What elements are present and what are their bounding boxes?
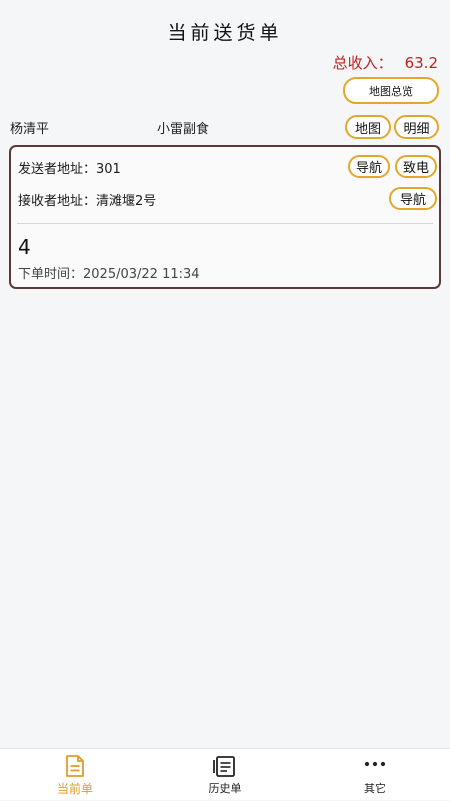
order-number: 4 <box>18 235 31 259</box>
more-dots-icon <box>362 754 388 782</box>
sender-address-label: 发送者地址： <box>18 162 97 177</box>
receiver-address-value: 清滩堰2号 <box>96 194 157 209</box>
order-time-label: 下单时间： <box>18 267 84 282</box>
sender-address-value: 301 <box>96 162 121 177</box>
customer-name: 杨清平 <box>10 122 50 137</box>
sender-navigate-button[interactable]: 导航 <box>348 155 390 178</box>
map-overview-button[interactable]: 地图总览 <box>343 77 439 104</box>
header: 当前送货单 <box>0 0 450 60</box>
bottom-tab-bar: 当前单 历史单 其它 <box>0 748 450 800</box>
tab-history-orders[interactable]: 历史单 <box>150 749 300 801</box>
customer-row: 杨清平 小雷副食 地图 明细 <box>0 114 450 142</box>
card-divider <box>17 223 433 224</box>
tab-label: 历史单 <box>208 782 242 795</box>
detail-button[interactable]: 明细 <box>394 115 439 139</box>
call-button[interactable]: 致电 <box>395 155 437 178</box>
tab-current-orders[interactable]: 当前单 <box>0 749 150 801</box>
order-time-value: 2025/03/22 11:34 <box>83 267 200 282</box>
income-value: 63.2 <box>404 54 438 72</box>
total-income: 总收入： 63.2 <box>333 52 438 73</box>
income-label: 总收入： <box>332 54 393 72</box>
document-icon <box>62 754 88 782</box>
sender-address-line: 发送者地址：301 <box>18 158 121 177</box>
tab-label: 当前单 <box>56 782 93 796</box>
tab-other[interactable]: 其它 <box>300 749 450 801</box>
tab-label: 其它 <box>364 782 386 795</box>
receiver-navigate-button[interactable]: 导航 <box>389 187 437 210</box>
receiver-address-label: 接收者地址： <box>18 194 97 209</box>
order-card[interactable]: 发送者地址：301 导航 致电 接收者地址：清滩堰2号 导航 4 下单时间：20… <box>9 145 441 289</box>
history-stack-icon <box>211 754 239 782</box>
order-time: 下单时间：2025/03/22 11:34 <box>18 263 200 282</box>
map-button[interactable]: 地图 <box>345 115 391 139</box>
shop-name: 小雷副食 <box>157 122 210 137</box>
receiver-address-line: 接收者地址：清滩堰2号 <box>18 190 156 209</box>
page-title: 当前送货单 <box>167 21 283 44</box>
